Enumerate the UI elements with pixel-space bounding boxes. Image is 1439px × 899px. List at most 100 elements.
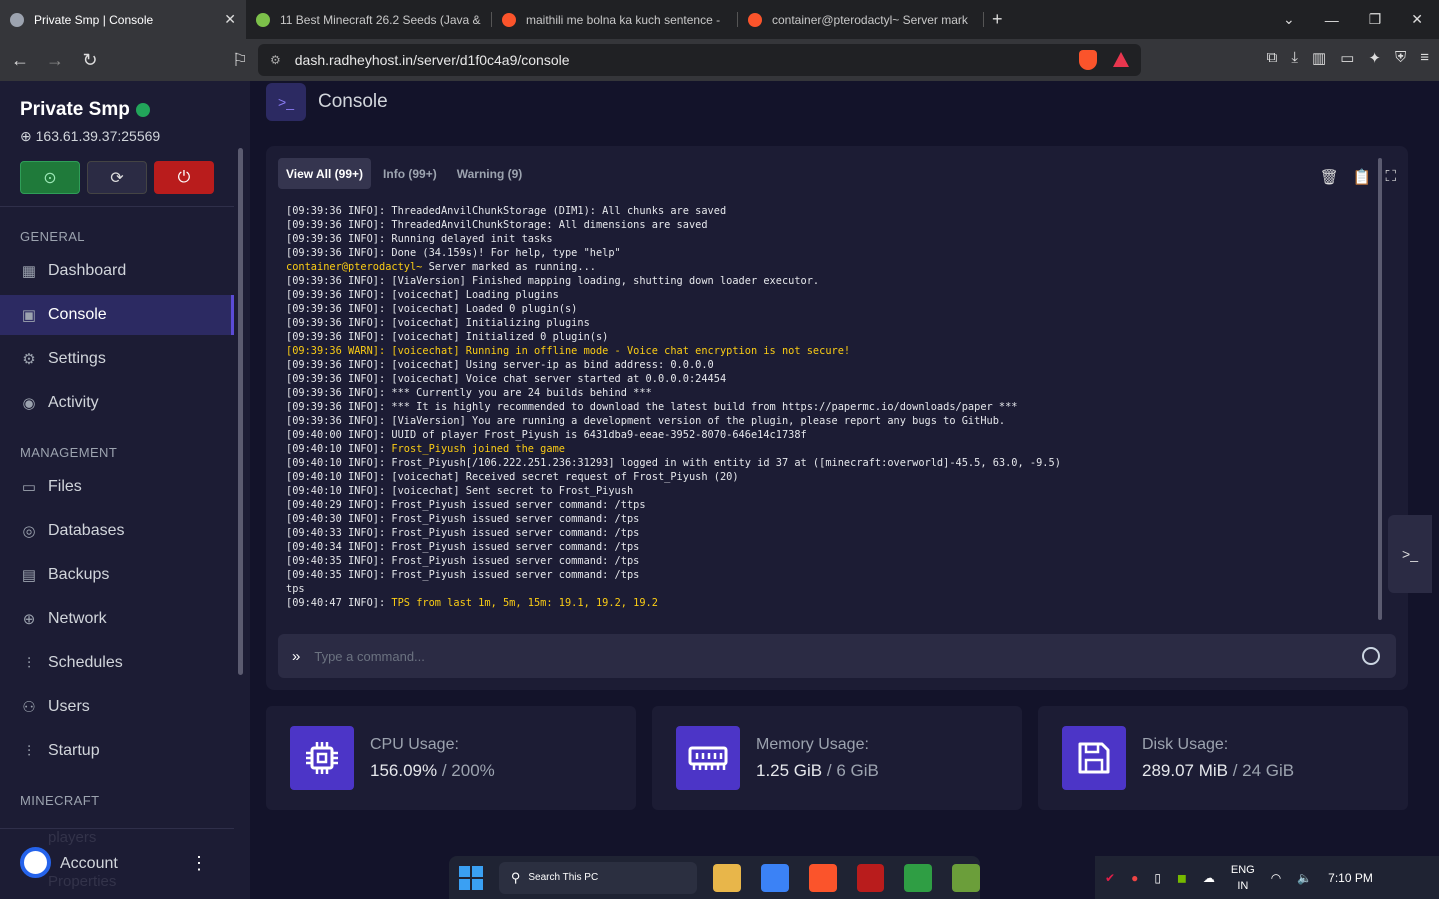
sidebar-item-properties[interactable]: Properties: [48, 873, 116, 890]
tray-app-icon[interactable]: ✔: [1105, 871, 1115, 885]
url-field[interactable]: ⚙ dash.radheyhost.in/server/d1f0c4a9/con…: [258, 44, 1141, 76]
backups-icon: ▤: [21, 567, 37, 584]
tab-4[interactable]: container@pterodactyl~ Server mark: [738, 0, 984, 39]
disk-usage-card: Disk Usage: 289.07 MiB / 24 GiB: [1038, 706, 1408, 810]
back-icon[interactable]: ←: [5, 50, 35, 71]
lang-bottom: IN: [1237, 879, 1249, 892]
console-filter-tabs: View All (99+) Info (99+) Warning (9): [278, 158, 534, 189]
site-info-icon[interactable]: ⚙: [270, 53, 281, 67]
console-line: [09:40:33 INFO]: Frost_Piyush issued ser…: [286, 527, 640, 539]
address-bar-row: ← → ↻ ⚐ ⚙ dash.radheyhost.in/server/d1f0…: [0, 39, 1439, 81]
minimize-icon[interactable]: —: [1325, 12, 1339, 28]
volume-icon[interactable]: 🔈: [1297, 871, 1312, 885]
leo-icon[interactable]: ✦: [1368, 49, 1381, 67]
tab-2[interactable]: 11 Best Minecraft 26.2 Seeds (Java &: [246, 0, 492, 39]
files-icon: ▭: [21, 479, 37, 496]
terminal-toggle-button[interactable]: >_: [1388, 515, 1432, 593]
fullscreen-icon[interactable]: ⛶: [1385, 168, 1396, 186]
section-heading-minecraft: MINECRAFT: [20, 793, 100, 808]
sidebar-item-backups[interactable]: ▤ Backups: [0, 555, 234, 595]
console-line-prefix: [09:40:10 INFO]:: [286, 443, 392, 455]
minecraft-creeper-icon[interactable]: [904, 863, 933, 892]
restart-button[interactable]: ⟳: [87, 161, 147, 194]
account-menu[interactable]: players Properties Account ⋮: [0, 828, 234, 898]
sidebar-item-label: Users: [48, 698, 90, 715]
console-line-rest: Frost_Piyush joined the game: [391, 443, 565, 455]
window-close-icon[interactable]: ✕: [1411, 11, 1423, 28]
tab-3[interactable]: maithili me bolna ka kuch sentence -: [492, 0, 738, 39]
clock[interactable]: 7:10 PM: [1328, 871, 1373, 885]
store-icon[interactable]: [761, 863, 789, 892]
new-tab-button[interactable]: +: [992, 9, 1003, 30]
console-line: [09:40:29 INFO]: Frost_Piyush issued ser…: [286, 499, 646, 511]
console-line: [09:39:36 INFO]: [voicechat] Initialized…: [286, 331, 609, 343]
memory-current: 1.25 GiB: [756, 761, 823, 780]
usb-icon[interactable]: ▯: [1154, 871, 1161, 885]
tab-close-icon[interactable]: ✕: [224, 11, 236, 28]
command-input[interactable]: [314, 648, 1315, 664]
sidebar-item-dashboard[interactable]: ▦ Dashboard: [0, 251, 234, 291]
sidebar-item-players[interactable]: players: [48, 829, 96, 846]
search-icon: ⚲: [510, 869, 521, 885]
sidebar-item-schedules[interactable]: ⫶ Schedules: [0, 643, 234, 683]
kebab-menu-icon[interactable]: ⋮: [190, 853, 208, 874]
nvidia-icon[interactable]: ◼: [1177, 871, 1187, 885]
brave-shields-icon[interactable]: [1079, 50, 1097, 70]
sidebar-item-databases[interactable]: ◎ Databases: [0, 511, 234, 551]
tab-1[interactable]: Private Smp | Console ✕: [0, 0, 246, 39]
sidebar-item-console[interactable]: ▣ Console: [0, 295, 234, 335]
valorant-icon[interactable]: [856, 863, 885, 892]
taskbar-search[interactable]: ⚲ Search This PC: [498, 861, 698, 894]
sidebar-item-activity[interactable]: ◉ Activity: [0, 383, 234, 423]
maximize-icon[interactable]: ❐: [1369, 11, 1382, 28]
reload-icon[interactable]: ↻: [75, 50, 105, 71]
file-explorer-icon[interactable]: [713, 863, 742, 892]
avatar[interactable]: [20, 847, 51, 878]
restart-icon: ⟳: [110, 169, 124, 187]
brave-browser-icon[interactable]: [808, 863, 837, 892]
tray-recorder-icon[interactable]: ●: [1131, 871, 1138, 885]
brave-rewards-icon[interactable]: [1113, 52, 1129, 67]
tab-favicon-icon: [748, 12, 762, 27]
forward-icon[interactable]: →: [40, 50, 70, 71]
bookmark-icon[interactable]: ⚐: [225, 50, 255, 71]
console-tab-warning[interactable]: Warning (9): [449, 158, 531, 189]
play-icon: ⊙: [43, 169, 57, 187]
download-icon[interactable]: ⤓: [1291, 49, 1298, 67]
trash-icon[interactable]: 🗑: [1320, 168, 1339, 186]
tab-search-icon[interactable]: ⌄: [1283, 11, 1295, 28]
history-icon[interactable]: [1362, 647, 1380, 665]
wifi-icon[interactable]: ◠: [1271, 871, 1281, 885]
console-scrollbar[interactable]: [1378, 158, 1382, 620]
minecraft-block-icon[interactable]: [952, 863, 981, 892]
sidebar-item-label: Startup: [48, 742, 100, 759]
url-text: dash.radheyhost.in/server/d1f0c4a9/conso…: [294, 52, 570, 68]
console-line: [09:39:36 INFO]: [voicechat] Initializin…: [286, 317, 590, 329]
console-line: [09:39:36 INFO]: [voicechat] Voice chat …: [286, 373, 727, 385]
cpu-icon: [290, 726, 354, 790]
disk-current: 289.07 MiB: [1142, 761, 1228, 780]
console-tab-info[interactable]: Info (99+): [375, 158, 445, 189]
stop-button[interactable]: ⏻: [154, 161, 214, 194]
cloud-icon[interactable]: ☁: [1203, 871, 1215, 885]
sidebar-item-settings[interactable]: ⚙ Settings: [0, 339, 234, 379]
sidebar-item-network[interactable]: ⊕ Network: [0, 599, 234, 639]
sidebar-scrollbar[interactable]: [238, 148, 243, 675]
menu-icon[interactable]: ≡: [1420, 49, 1429, 67]
windows-start-icon[interactable]: [459, 865, 483, 890]
sidebar-item-label: Files: [48, 478, 82, 495]
extensions-icon[interactable]: ⧉: [1267, 49, 1278, 67]
account-label[interactable]: Account: [60, 855, 118, 873]
vpn-icon[interactable]: ⛨: [1395, 49, 1406, 67]
wallet-icon[interactable]: ▭: [1340, 49, 1354, 67]
sidebar-toggle-icon[interactable]: ▥: [1312, 49, 1326, 67]
sidebar-item-files[interactable]: ▭ Files: [0, 467, 234, 507]
clipboard-icon[interactable]: 📋: [1353, 168, 1372, 186]
start-button[interactable]: ⊙: [20, 161, 80, 194]
lang-top: ENG: [1230, 863, 1255, 876]
sidebar-item-startup[interactable]: ⫶ Startup: [0, 731, 234, 771]
console-tab-all[interactable]: View All (99+): [278, 158, 372, 189]
language-indicator[interactable]: ENG IN: [1231, 862, 1255, 894]
console-line: [09:39:36 INFO]: ThreadedAnvilChunkStora…: [286, 219, 708, 231]
sidebar-item-users[interactable]: ⚇ Users: [0, 687, 234, 727]
